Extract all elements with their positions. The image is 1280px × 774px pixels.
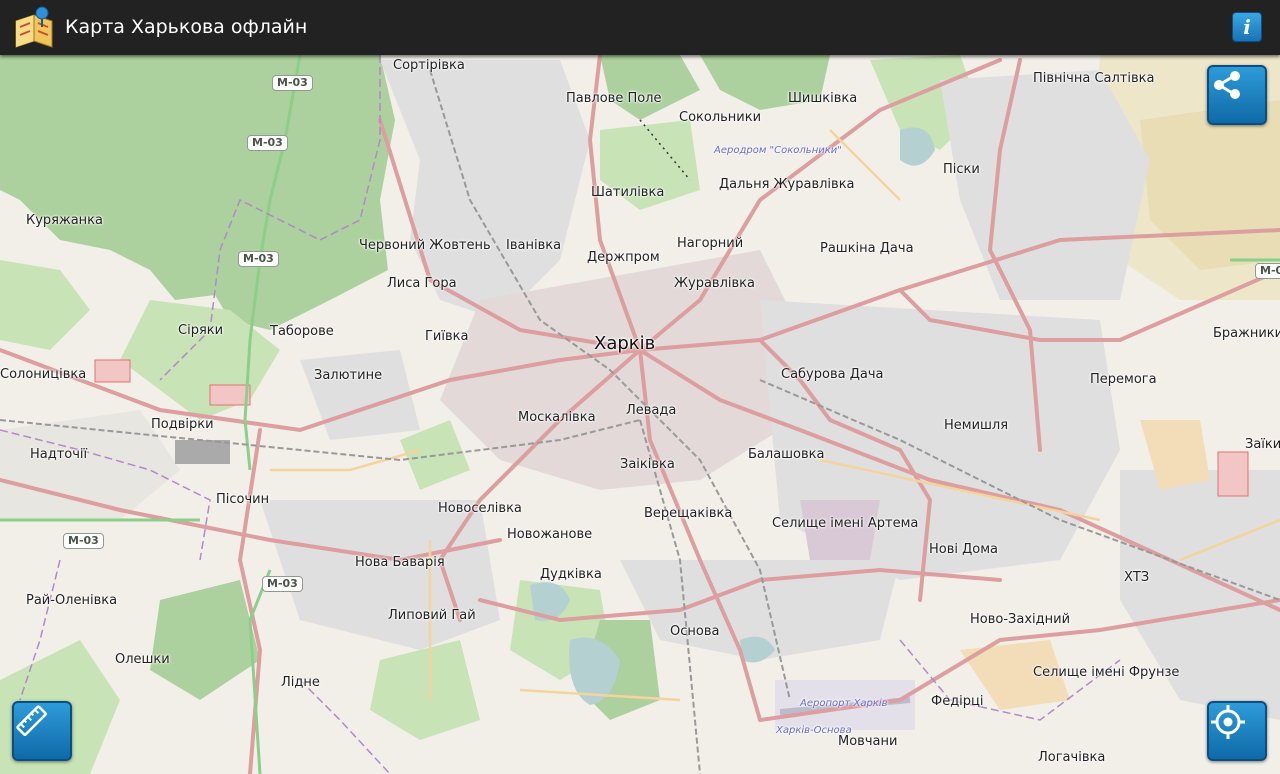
place-label: Шишківка (788, 91, 858, 106)
place-label: Верещаківка (644, 506, 733, 521)
place-label: Левада (626, 403, 677, 418)
place-label: Залютине (314, 368, 383, 383)
place-label: Держпром (587, 250, 660, 265)
share-button[interactable] (1207, 65, 1267, 125)
place-label: Федірці (931, 694, 984, 709)
route-shield-m03: М-03 (272, 75, 313, 91)
place-label: Дальня Журавлівка (719, 177, 855, 192)
place-label: Нова Баварія (355, 555, 445, 570)
place-label: Червоний Жовтень (359, 238, 491, 253)
place-label: Подвірки (151, 417, 214, 432)
place-label: Дудківка (540, 567, 602, 582)
app-title: Карта Харькова офлайн (65, 16, 308, 38)
place-label: Балашовка (748, 447, 825, 462)
place-label: Лиса Гора (387, 276, 457, 291)
place-label: Селище імені Фрунзе (1033, 665, 1180, 680)
place-label: Павлове Поле (566, 91, 662, 106)
place-label: Ново-Західний (970, 612, 1071, 627)
place-label: Солоницівка (0, 367, 87, 382)
place-label: Селище імені Артема (772, 516, 919, 531)
place-label: Гиївка (425, 329, 469, 344)
place-label: Мовчани (838, 734, 898, 749)
map-view[interactable]: М-03 М-03 М-03 М-03 М-03 М-06 Сортірівка… (0, 55, 1280, 774)
crosshair-locate-icon (1211, 705, 1245, 739)
city-label: Харків (594, 333, 656, 354)
route-shield-m03: М-03 (63, 533, 104, 549)
place-label: Шатилівка (591, 185, 665, 200)
place-label: Лідне (281, 675, 320, 690)
place-label: Бражники (1213, 326, 1280, 341)
info-icon: i (1243, 15, 1251, 39)
place-label: Логачівка (1038, 750, 1106, 765)
place-label: ХТЗ (1124, 570, 1150, 585)
place-label: Сабурова Дача (781, 367, 884, 382)
place-label: Липовий Гай (388, 608, 476, 623)
aerodrome-label: Аеродром "Сокольники" (714, 145, 842, 156)
place-label: Заіківка (620, 457, 675, 472)
place-label: Олешки (115, 652, 170, 667)
place-label: Нагорний (677, 236, 744, 251)
place-label: Новоселівка (438, 501, 522, 516)
route-shield-m03: М-03 (247, 135, 288, 151)
place-label: Надточії (30, 447, 88, 462)
app-bar: Карта Харькова офлайн i (0, 0, 1280, 55)
place-label: Москалівка (518, 410, 596, 425)
place-label: Сіряки (178, 323, 224, 338)
place-label: Іванівка (506, 238, 562, 253)
place-label: Заїки (1245, 437, 1280, 452)
route-shield-m03: М-03 (262, 576, 303, 592)
place-label: Куряжанка (26, 213, 103, 228)
place-label: Основа (670, 624, 720, 639)
ruler-icon (16, 705, 47, 736)
place-label: Північна Салтівка (1033, 71, 1155, 86)
place-label: Рай-Оленівка (26, 593, 118, 608)
route-shield-m06: М-06 (1255, 263, 1280, 279)
place-label: Журавлівка (674, 276, 755, 291)
place-label: Немишля (944, 418, 1009, 433)
place-label: Сокольники (679, 110, 762, 125)
aerodrome-label: Аеропорт Харків (800, 698, 888, 709)
place-label: Сортірівка (393, 58, 465, 73)
place-label: Новожанове (507, 527, 593, 542)
place-label: Таборове (270, 324, 334, 339)
place-label: Перемога (1090, 372, 1157, 387)
place-label: Нові Дома (929, 542, 999, 557)
route-shield-m03: М-03 (238, 251, 279, 267)
my-location-button[interactable] (1207, 701, 1267, 761)
share-icon (1214, 71, 1240, 99)
ruler-button[interactable] (12, 701, 72, 761)
info-button[interactable]: i (1232, 12, 1262, 42)
place-label: Пісочин (216, 492, 270, 507)
place-label: Рашкіна Дача (820, 241, 914, 256)
place-label: Піски (943, 162, 980, 177)
map-book-icon (15, 6, 53, 48)
